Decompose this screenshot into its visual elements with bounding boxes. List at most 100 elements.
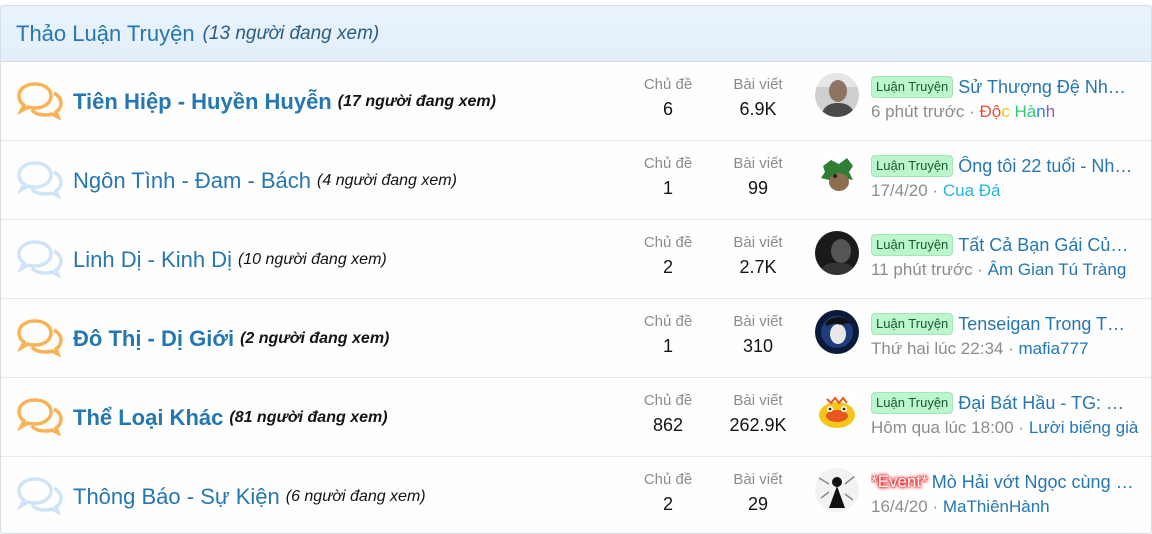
avatar[interactable]: [815, 389, 859, 433]
node-link[interactable]: Thông Báo - Sự Kiện: [73, 484, 280, 510]
node-viewers: (4 người đang xem): [317, 171, 457, 189]
node-title: Đô Thị - Dị Giới (2 người đang xem): [73, 299, 389, 378]
unread-forum-chat-icon[interactable]: [15, 82, 63, 120]
prefix-label[interactable]: Luận Truyện: [871, 155, 954, 177]
unread-forum-chat-icon[interactable]: [15, 398, 63, 436]
node-title: Tiên Hiệp - Huyền Huyễn (17 người đang x…: [73, 62, 496, 141]
node-title: Thể Loại Khác (81 người đang xem): [73, 378, 388, 457]
last-post-time[interactable]: Hôm qua lúc 18:00: [871, 418, 1014, 437]
posts-count: 262.9K: [729, 415, 787, 435]
prefix-label[interactable]: Luận Truyện: [871, 313, 954, 335]
threads-stat: Chủ đề 1: [628, 155, 708, 199]
last-thread-title[interactable]: Đại Bát Hầu - TG: Giá…: [958, 393, 1134, 414]
read-forum-chat-icon[interactable]: [15, 477, 63, 515]
last-post-user[interactable]: Cua Đá: [943, 181, 1001, 200]
last-thread-title[interactable]: Mò Hải vớt Ngọc cùng S…: [932, 472, 1137, 493]
node-viewers: (2 người đang xem): [240, 329, 390, 347]
posts-stat: Bài viết 99: [713, 155, 803, 199]
threads-count: 6: [662, 99, 673, 119]
node-link[interactable]: Ngôn Tình - Đam - Bách: [73, 168, 311, 194]
category-viewers: (13 người đang xem): [202, 22, 380, 44]
threads-stat: Chủ đề 2: [628, 234, 708, 278]
forum-node-row: Thể Loại Khác (81 người đang xem) Chủ đề…: [1, 378, 1151, 457]
last-post-time[interactable]: 6 phút trước: [871, 102, 964, 121]
read-forum-chat-icon[interactable]: [15, 240, 63, 278]
last-post-user[interactable]: mafia777: [1018, 339, 1088, 358]
threads-stat: Chủ đề 6: [628, 76, 708, 120]
last-post-time[interactable]: 11 phút trước: [871, 260, 973, 279]
node-link[interactable]: Linh Dị - Kinh Dị: [73, 247, 232, 273]
threads-count: 1: [662, 336, 673, 356]
forum-node-row: Linh Dị - Kinh Dị (10 người đang xem) Ch…: [1, 220, 1151, 299]
threads-count: 2: [662, 257, 673, 277]
category-title[interactable]: Thảo Luận Truyện: [16, 21, 195, 47]
prefix-label[interactable]: Luận Truyện: [871, 76, 954, 98]
threads-label: Chủ đề: [643, 234, 693, 251]
posts-label: Bài viết: [733, 155, 783, 172]
threads-stat: Chủ đề 2: [628, 471, 708, 515]
threads-count: 1: [662, 178, 673, 198]
posts-label: Bài viết: [733, 76, 783, 93]
node-link[interactable]: Thể Loại Khác: [73, 405, 223, 431]
threads-count: 2: [662, 494, 673, 514]
node-viewers: (81 người đang xem): [229, 408, 388, 426]
avatar[interactable]: [815, 468, 859, 512]
unread-forum-chat-icon[interactable]: [15, 319, 63, 357]
read-forum-chat-icon[interactable]: [15, 161, 63, 199]
avatar[interactable]: [815, 73, 859, 117]
last-post: Luận Truyện Đại Bát Hầu - TG: Giá… Hôm q…: [871, 392, 1139, 437]
last-post-user[interactable]: Âm Gian Tú Tràng: [988, 260, 1127, 279]
posts-label: Bài viết: [733, 313, 783, 330]
last-post-user[interactable]: Độc Hành: [980, 102, 1056, 121]
node-viewers: (6 người đang xem): [285, 487, 426, 505]
last-thread-title[interactable]: Tất Cả Bạn Gái Của T…: [958, 235, 1134, 256]
avatar[interactable]: [815, 152, 859, 196]
last-thread-title[interactable]: Ông tôi 22 tuổi - Nh…: [958, 156, 1132, 177]
threads-stat: Chủ đề 862: [628, 392, 708, 436]
forum-category-block: Thảo Luận Truyện (13 người đang xem) Tiê…: [0, 5, 1152, 534]
posts-stat: Bài viết 262.9K: [713, 392, 803, 436]
posts-stat: Bài viết 6.9K: [713, 76, 803, 120]
node-viewers: (10 người đang xem): [237, 250, 387, 268]
node-title: Ngôn Tình - Đam - Bách (4 người đang xem…: [73, 141, 457, 220]
posts-stat: Bài viết 2.7K: [713, 234, 803, 278]
posts-count: 99: [747, 178, 769, 198]
posts-count: 29: [747, 494, 769, 514]
posts-count: 6.9K: [739, 99, 777, 119]
node-title: Thông Báo - Sự Kiện (6 người đang xem): [73, 457, 426, 533]
avatar[interactable]: [815, 231, 859, 275]
node-viewers: (17 người đang xem): [337, 92, 496, 110]
posts-stat: Bài viết 29: [713, 471, 803, 515]
category-header: Thảo Luận Truyện (13 người đang xem): [1, 6, 1151, 62]
posts-stat: Bài viết 310: [713, 313, 803, 357]
posts-count: 310: [742, 336, 774, 356]
node-link[interactable]: Đô Thị - Dị Giới: [73, 326, 234, 352]
forum-node-row: Thông Báo - Sự Kiện (6 người đang xem) C…: [1, 457, 1151, 533]
last-post: Luận Truyện Ông tôi 22 tuổi - Nh… 17/4/2…: [871, 155, 1133, 200]
threads-stat: Chủ đề 1: [628, 313, 708, 357]
threads-count: 862: [652, 415, 684, 435]
last-post-user[interactable]: Lười biếng già: [1029, 418, 1139, 437]
threads-label: Chủ đề: [643, 155, 693, 172]
prefix-label[interactable]: Luận Truyện: [871, 392, 954, 414]
last-post-time[interactable]: 17/4/20: [871, 181, 928, 200]
threads-label: Chủ đề: [643, 76, 693, 93]
last-post-user[interactable]: MaThiênHành: [943, 497, 1050, 516]
node-title: Linh Dị - Kinh Dị (10 người đang xem): [73, 220, 387, 299]
node-link[interactable]: Tiên Hiệp - Huyền Huyễn: [73, 89, 332, 115]
forum-node-row: Ngôn Tình - Đam - Bách (4 người đang xem…: [1, 141, 1151, 220]
last-post: Luận Truyện Tenseigan Trong Thế … Thứ ha…: [871, 313, 1135, 358]
last-post-time[interactable]: Thứ hai lúc 22:34: [871, 339, 1003, 358]
last-post: *Event* Mò Hải vớt Ngọc cùng S… 16/4/20 …: [871, 471, 1137, 517]
posts-label: Bài viết: [733, 392, 783, 409]
posts-label: Bài viết: [733, 471, 783, 488]
avatar[interactable]: [815, 310, 859, 354]
threads-label: Chủ đề: [643, 313, 693, 330]
last-thread-title[interactable]: Tenseigan Trong Thế …: [958, 314, 1134, 335]
forum-node-row: Đô Thị - Dị Giới (2 người đang xem) Chủ …: [1, 299, 1151, 378]
last-post-time[interactable]: 16/4/20: [871, 497, 928, 516]
event-prefix-label[interactable]: *Event*: [871, 473, 928, 490]
threads-label: Chủ đề: [643, 392, 693, 409]
last-thread-title[interactable]: Sử Thượng Đệ Nhất …: [958, 77, 1134, 98]
prefix-label[interactable]: Luận Truyện: [871, 234, 954, 256]
